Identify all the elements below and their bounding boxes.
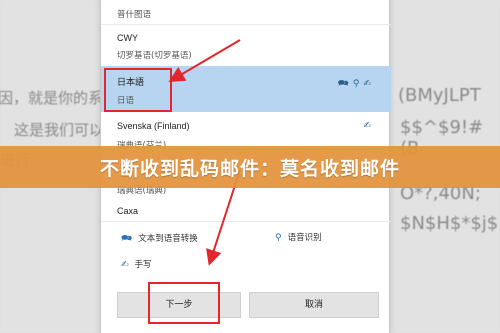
microphone-icon: ⚲ — [275, 233, 282, 243]
background-text: (BMyJLPT — [398, 85, 481, 106]
background-text: 因，就是你的系 — [0, 89, 104, 107]
divider — [101, 221, 391, 222]
title-banner: 不断收到乱码邮件：莫名收到邮件 — [0, 146, 500, 188]
language-name: Svenska (Finland) — [117, 121, 190, 131]
language-features-icons: ✍ — [363, 121, 375, 131]
handwriting-icon: ✍ — [363, 79, 375, 89]
language-item-caxa[interactable]: Caxa — [101, 199, 391, 219]
highlight-box-next — [148, 282, 220, 324]
cancel-button[interactable]: 取消 — [249, 292, 379, 318]
handwriting-icon: ✍ — [121, 260, 129, 270]
language-features-icons: 🗪⚲✍ — [338, 76, 375, 92]
feature-text-to-speech: 🗪 文本到语音转换 — [121, 231, 198, 247]
microphone-icon: ⚲ — [352, 79, 364, 89]
language-subtitle: 普什图语 — [117, 10, 152, 20]
feature-label: 手写 — [134, 260, 152, 270]
speech-icon: 🗪 — [337, 79, 353, 89]
background-text: $N$H$*$j$ — [400, 213, 499, 234]
language-item-pashto[interactable]: 普什图语 — [101, 0, 391, 24]
handwriting-icon: ✍ — [363, 121, 375, 131]
feature-label: 语音识别 — [287, 233, 322, 243]
feature-speech-recognition: ⚲ 语音识别 — [275, 231, 322, 243]
banner-title: 不断收到乱码邮件：莫名收到邮件 — [99, 157, 400, 180]
feature-handwriting: ✍ 手写 — [121, 258, 152, 270]
language-name: Caxa — [117, 206, 139, 216]
speech-icon: 🗪 — [121, 234, 133, 244]
feature-label: 文本到语音转换 — [138, 234, 198, 244]
language-item-cherokee[interactable]: CWY 切罗基语(切罗基语) — [101, 25, 391, 65]
highlight-box-japanese — [104, 68, 172, 112]
language-name: CWY — [117, 33, 138, 43]
language-subtitle: 切罗基语(切罗基语) — [117, 51, 192, 61]
